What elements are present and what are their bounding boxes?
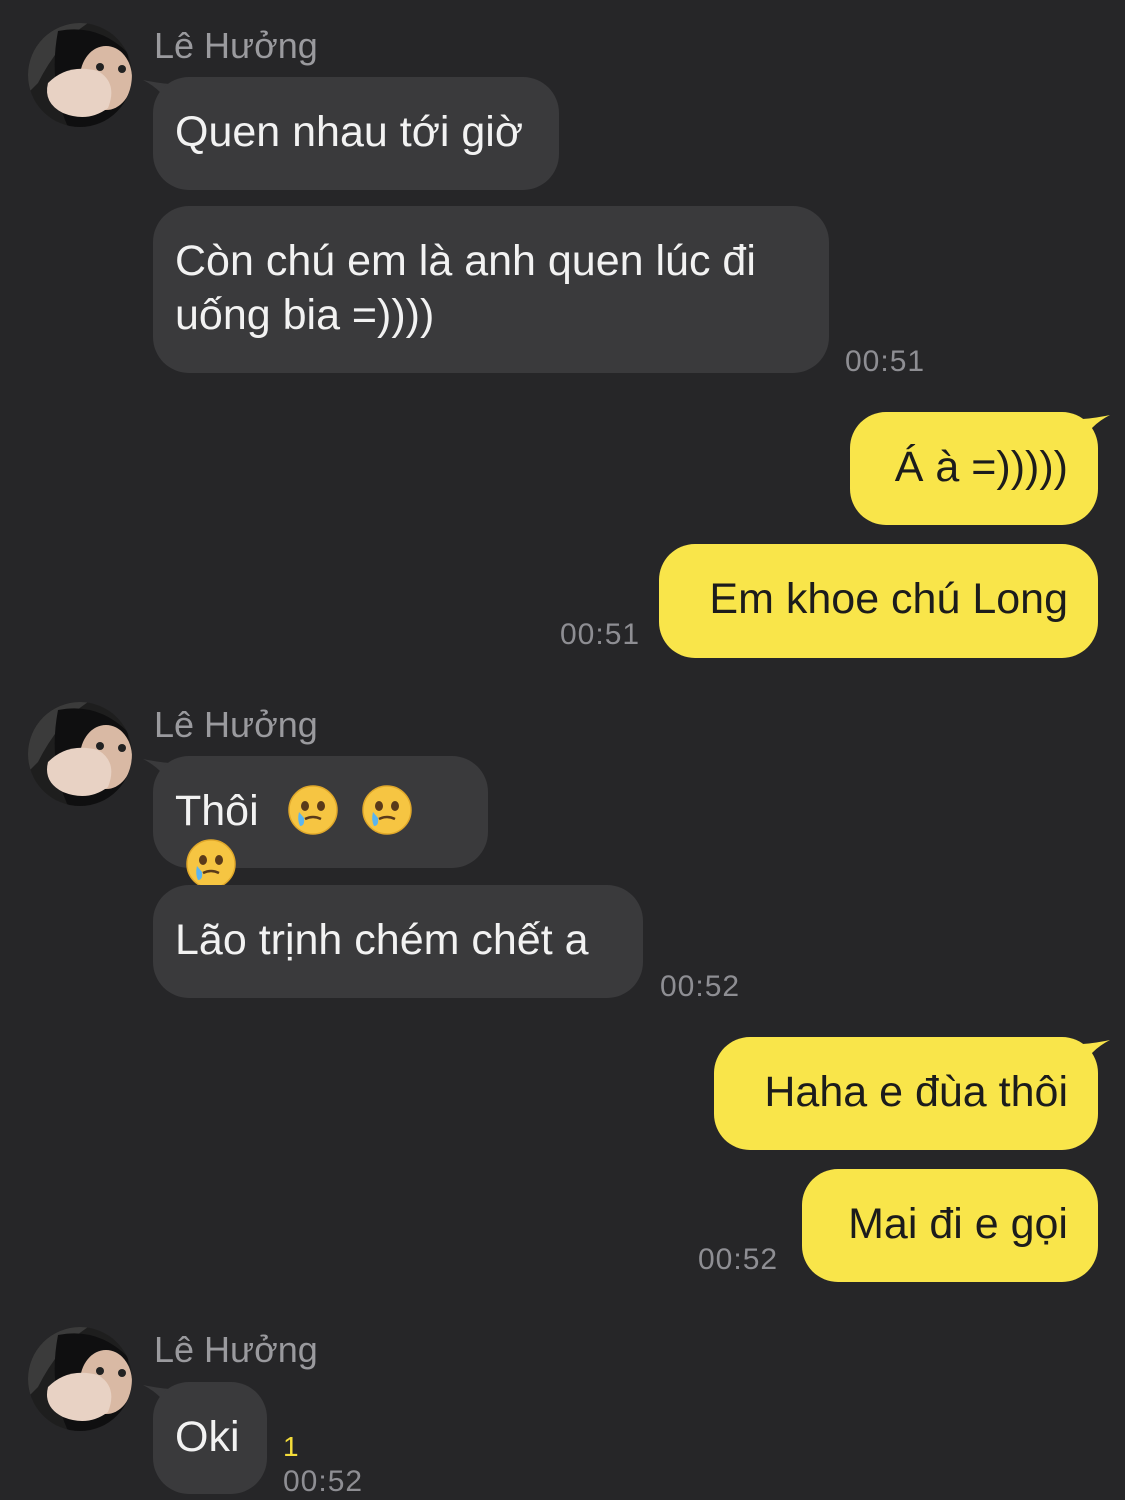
- message-timestamp: 00:52: [698, 1243, 779, 1276]
- message-bubble-incoming[interactable]: Lão trịnh chém chết a: [153, 885, 643, 998]
- avatar[interactable]: [28, 702, 132, 806]
- message-text: Haha e đùa thôi: [764, 1068, 1068, 1116]
- sender-name: Lê Hưởng: [154, 704, 318, 745]
- message-bubble-incoming[interactable]: Quen nhau tới giờ: [153, 77, 559, 190]
- message-bubble-incoming[interactable]: Còn chú em là anh quen lúc đi uống bia =…: [153, 206, 829, 373]
- face-holding-back-tears-icon: [186, 838, 236, 889]
- message-bubble-outgoing[interactable]: Á à =))))): [850, 412, 1098, 525]
- message-bubble-incoming[interactable]: Oki: [153, 1382, 267, 1494]
- face-holding-back-tears-icon: [287, 784, 338, 835]
- message-bubble-outgoing[interactable]: Em khoe chú Long: [659, 544, 1098, 658]
- avatar[interactable]: [28, 23, 132, 127]
- message-text: Oki: [175, 1413, 240, 1461]
- avatar[interactable]: [28, 1327, 132, 1431]
- message-text: Mai đi e gọi: [848, 1200, 1068, 1248]
- sender-name: Lê Hưởng: [154, 25, 318, 66]
- message-text: Quen nhau tới giờ: [175, 108, 524, 156]
- message-bubble-outgoing[interactable]: Haha e đùa thôi: [714, 1037, 1098, 1150]
- message-text: Còn chú em là anh quen lúc đi uống bia =…: [175, 237, 756, 339]
- message-text: Em khoe chú Long: [709, 575, 1068, 623]
- sender-name: Lê Hưởng: [154, 1329, 318, 1370]
- face-holding-back-tears-icon: [361, 784, 412, 835]
- message-bubble-incoming[interactable]: Thôi: [153, 756, 488, 889]
- unread-count: 1: [283, 1431, 299, 1462]
- message-text: Á à =))))): [894, 443, 1068, 491]
- message-text: Thôi: [175, 787, 259, 835]
- message-text: Lão trịnh chém chết a: [175, 916, 589, 964]
- message-timestamp: 00:52: [660, 970, 741, 1003]
- message-timestamp: 00:52: [283, 1465, 364, 1498]
- message-bubble-outgoing[interactable]: Mai đi e gọi: [802, 1169, 1098, 1282]
- message-timestamp: 00:51: [845, 345, 926, 378]
- message-timestamp: 00:51: [560, 618, 641, 651]
